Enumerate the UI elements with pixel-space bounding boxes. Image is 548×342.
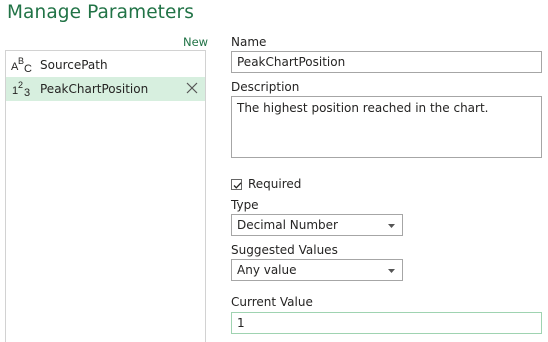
number-type-icon: 1 2 3 (12, 80, 31, 99)
current-value-field[interactable]: 1 (231, 312, 542, 334)
parameter-item-label: PeakChartPosition (40, 82, 149, 96)
parameter-item-peakchartposition[interactable]: 1 2 3 PeakChartPosition (6, 77, 205, 101)
new-parameter-link[interactable]: New (183, 35, 208, 49)
chevron-down-icon (388, 269, 395, 273)
suggested-values-select[interactable]: Any value (231, 259, 403, 281)
close-icon[interactable] (185, 81, 199, 95)
type-select-value: Decimal Number (237, 218, 338, 232)
suggested-values-select-value: Any value (237, 263, 297, 277)
description-field[interactable]: The highest position reached in the char… (231, 96, 542, 158)
parameter-list: A B C SourcePath 1 2 3 PeakChartPosition (5, 50, 206, 342)
required-label: Required (248, 177, 302, 191)
description-label: Description (231, 80, 300, 94)
dialog-title: Manage Parameters (7, 2, 194, 23)
current-value-label: Current Value (231, 295, 313, 309)
name-label: Name (231, 35, 267, 49)
chevron-down-icon (388, 224, 395, 228)
type-label: Type (231, 198, 259, 212)
suggested-values-label: Suggested Values (231, 243, 338, 257)
parameter-item-label: SourcePath (40, 58, 108, 72)
name-field[interactable]: PeakChartPosition (231, 51, 542, 73)
parameter-item-sourcepath[interactable]: A B C SourcePath (6, 53, 205, 77)
type-select[interactable]: Decimal Number (231, 214, 403, 236)
required-checkbox-row[interactable]: Required (231, 177, 301, 191)
text-type-icon: A B C (11, 56, 32, 75)
required-checkbox[interactable] (231, 178, 242, 190)
checkmark-icon (233, 181, 242, 189)
